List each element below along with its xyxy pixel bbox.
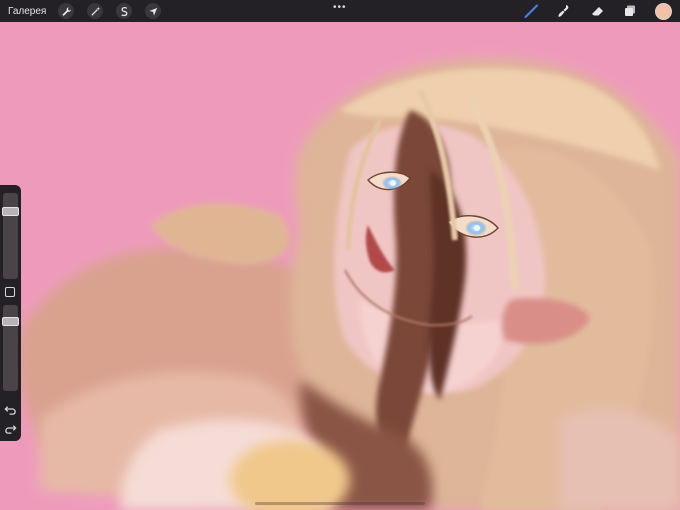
redo-button[interactable] bbox=[4, 422, 17, 435]
color-picker-button[interactable] bbox=[654, 2, 672, 20]
layers-button[interactable] bbox=[621, 2, 639, 20]
brush-size-thumb[interactable] bbox=[2, 207, 19, 217]
transform-button[interactable] bbox=[145, 3, 162, 19]
side-toolbar bbox=[0, 185, 21, 441]
transform-arrow-icon bbox=[149, 7, 158, 16]
right-tools bbox=[507, 2, 672, 20]
home-indicator bbox=[255, 502, 425, 505]
smudge-tool-button[interactable] bbox=[555, 2, 573, 20]
drawing-canvas[interactable] bbox=[0, 22, 680, 510]
undo-icon bbox=[4, 406, 16, 415]
redo-icon bbox=[5, 425, 17, 434]
brush-tool-button[interactable] bbox=[522, 2, 540, 20]
magic-wand-icon bbox=[91, 6, 100, 16]
more-options-icon[interactable]: ••• bbox=[333, 2, 347, 13]
eraser-icon bbox=[592, 7, 603, 16]
artwork bbox=[0, 22, 680, 510]
smudge-icon bbox=[558, 5, 569, 17]
gallery-button[interactable]: Галерея bbox=[8, 6, 46, 17]
undo-button[interactable] bbox=[4, 403, 17, 416]
eraser-tool-button[interactable] bbox=[588, 2, 606, 20]
current-color-swatch bbox=[654, 2, 672, 20]
top-toolbar: Галерея ••• bbox=[0, 0, 680, 22]
selection-button[interactable] bbox=[116, 3, 133, 19]
wrench-icon bbox=[62, 6, 71, 16]
selection-icon bbox=[121, 6, 128, 16]
opacity-thumb[interactable] bbox=[2, 316, 19, 326]
actions-button[interactable] bbox=[58, 3, 75, 19]
brush-icon bbox=[524, 4, 538, 18]
brush-size-slider[interactable] bbox=[3, 193, 18, 279]
adjustments-button[interactable] bbox=[87, 3, 104, 19]
layers-icon bbox=[625, 5, 635, 16]
modify-button[interactable] bbox=[5, 287, 15, 297]
